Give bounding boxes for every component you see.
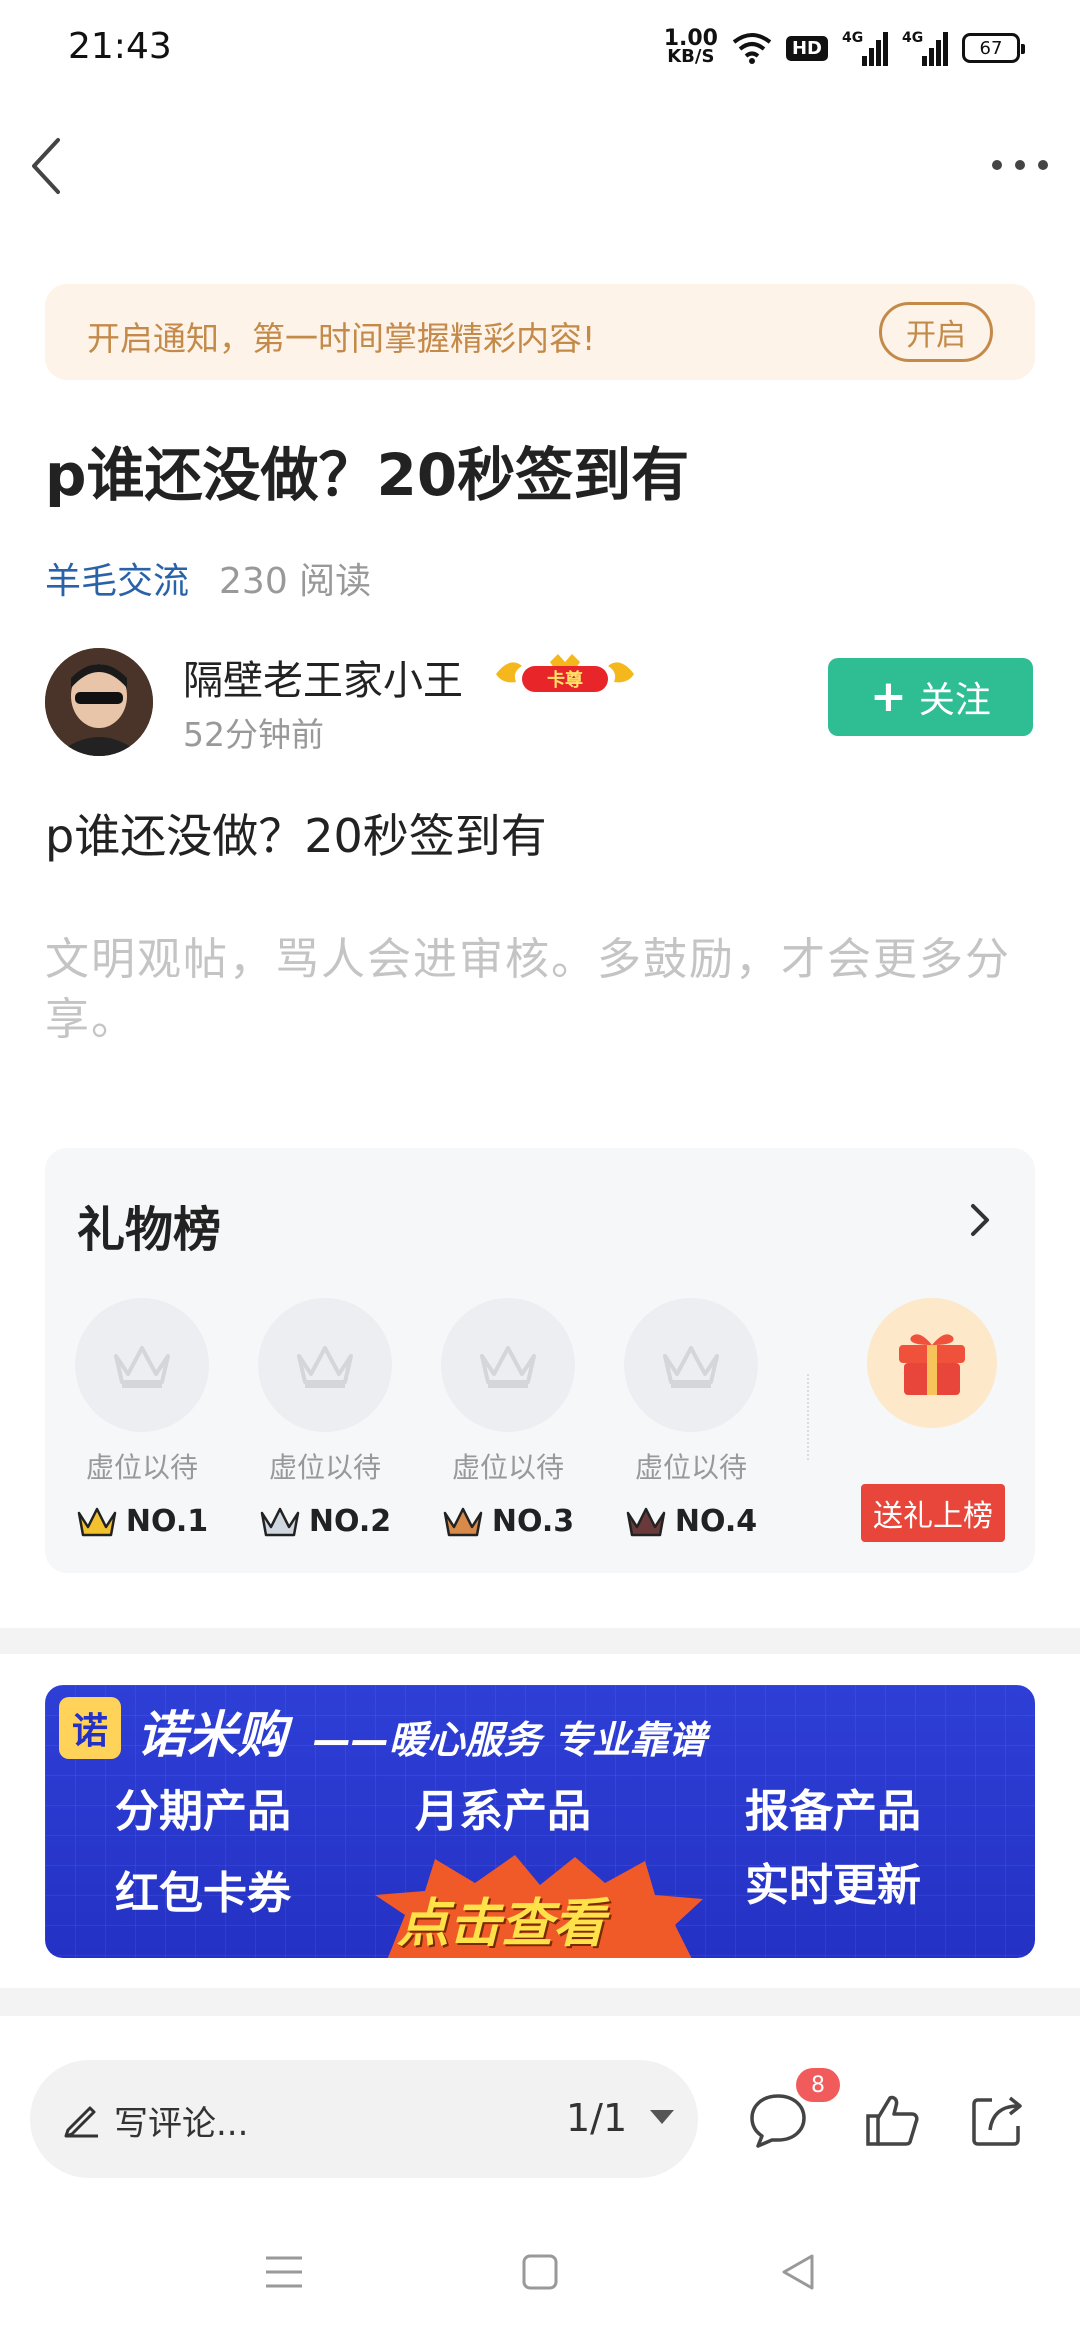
status-time: 21:43 <box>68 26 172 67</box>
comment-placeholder: 写评论... <box>114 2104 249 2144</box>
more-options-icon[interactable] <box>992 150 1048 180</box>
caret-down-icon[interactable] <box>650 2110 674 2124</box>
post-time: 52分钟前 <box>183 715 324 754</box>
network-speed: 1.00 KB/S <box>663 26 718 67</box>
vip-crown-badge-icon: 卡尊 <box>496 654 634 692</box>
slot-label: 虚位以待 <box>85 1451 198 1484</box>
ad-slogan: ——暖心服务 专业靠谱 <box>313 1718 707 1762</box>
follow-label: 关注 <box>918 680 991 721</box>
crown-outline-icon <box>480 1346 536 1388</box>
wifi-icon <box>732 33 772 64</box>
crown-icon <box>260 1507 300 1536</box>
notification-banner: 开启通知，第一时间掌握精彩内容! 开启 <box>45 284 1035 380</box>
author-name[interactable]: 隔壁老王家小王 <box>183 648 463 706</box>
avatar-image <box>45 648 153 756</box>
empty-slot-circle <box>441 1298 575 1432</box>
follow-button[interactable]: + 关注 <box>828 658 1033 736</box>
crown-icon <box>626 1507 666 1536</box>
status-bar: 21:43 1.00 KB/S HD 4G 4G 67 <box>0 0 1080 96</box>
gift-slot-1[interactable]: 虚位以待 NO.1 <box>75 1298 209 1539</box>
signal-icon-1: 4G <box>842 30 888 66</box>
ad-item: 报备产品 <box>745 1786 921 1837</box>
crown-outline-icon <box>297 1346 353 1388</box>
share-icon[interactable] <box>968 2090 1028 2150</box>
gift-board-title: 礼物榜 <box>77 1202 222 1258</box>
slot-label: 虚位以待 <box>451 1451 564 1484</box>
ad-item: 实时更新 <box>745 1860 921 1911</box>
gift-box-icon <box>899 1334 965 1395</box>
chevron-right-icon[interactable] <box>965 1200 995 1240</box>
home-icon[interactable] <box>518 2250 562 2294</box>
gift-board: 礼物榜 虚位以待 NO.1 虚位以待 NO.2 虚位以待 NO.3 虚位以待 N… <box>45 1148 1035 1573</box>
ad-item: 分期产品 <box>115 1786 291 1837</box>
slot-rank: NO.2 <box>258 1504 392 1539</box>
battery-icon: 67 <box>962 33 1025 63</box>
divider <box>807 1374 809 1460</box>
ad-banner[interactable]: 诺 诺米购 ——暖心服务 专业靠谱 分期产品 月系产品 报备产品 红包卡券 实时… <box>45 1685 1035 1958</box>
empty-slot-circle <box>624 1298 758 1432</box>
read-count: 230 阅读 <box>219 561 372 602</box>
enable-notification-button[interactable]: 开启 <box>879 302 993 362</box>
slot-rank: NO.4 <box>624 1504 758 1539</box>
plus-icon: + <box>870 671 907 722</box>
pencil-icon <box>64 2106 98 2138</box>
crown-icon <box>443 1507 483 1536</box>
post-body: p谁还没做？20秒签到有 <box>45 809 547 863</box>
slot-rank: NO.3 <box>441 1504 575 1539</box>
menu-icon[interactable] <box>262 2250 306 2294</box>
back-arrow-icon[interactable] <box>28 136 68 196</box>
crown-icon <box>77 1507 117 1536</box>
hd-icon: HD <box>785 35 828 61</box>
ad-item: 月系产品 <box>415 1786 591 1837</box>
gift-button[interactable] <box>867 1298 997 1428</box>
comment-input[interactable]: 写评论... 1/1 <box>30 2060 698 2178</box>
svg-text:卡尊: 卡尊 <box>547 669 583 691</box>
post-meta: 羊毛交流 230 阅读 <box>45 552 371 604</box>
signal-icon-2: 4G <box>902 30 948 66</box>
section-divider <box>0 1628 1080 1654</box>
crown-outline-icon <box>663 1346 719 1388</box>
notification-text: 开启通知，第一时间掌握精彩内容! <box>87 319 596 358</box>
slot-rank: NO.1 <box>75 1504 209 1539</box>
avatar[interactable] <box>45 648 153 756</box>
gift-slot-3[interactable]: 虚位以待 NO.3 <box>441 1298 575 1539</box>
back-triangle-icon[interactable] <box>776 2250 820 2294</box>
page-indicator[interactable]: 1/1 <box>566 2096 627 2140</box>
gift-slot-2[interactable]: 虚位以待 NO.2 <box>258 1298 392 1539</box>
status-icons: 1.00 KB/S HD 4G 4G 67 <box>663 26 1025 70</box>
slot-label: 虚位以待 <box>634 1451 747 1484</box>
ad-cta: 点击查看 <box>397 1894 606 1954</box>
crown-outline-icon <box>114 1346 170 1388</box>
comment-rules-hint: 文明观帖，骂人会进审核。多鼓励，才会更多分享。 <box>45 934 1011 1045</box>
section-divider <box>0 1988 1080 2016</box>
comment-icon[interactable] <box>748 2090 808 2150</box>
slot-label: 虚位以待 <box>268 1451 381 1484</box>
ad-brand: 诺米购 <box>137 1706 287 1764</box>
category-link[interactable]: 羊毛交流 <box>45 552 189 604</box>
comment-count-badge: 8 <box>796 2068 840 2102</box>
like-icon[interactable] <box>862 2090 922 2150</box>
gift-slot-4[interactable]: 虚位以待 NO.4 <box>624 1298 758 1539</box>
empty-slot-circle <box>258 1298 392 1432</box>
ad-logo: 诺 <box>59 1697 121 1759</box>
post-title: p谁还没做？20秒签到有 <box>45 441 690 509</box>
ad-item: 红包卡券 <box>115 1868 291 1919</box>
empty-slot-circle <box>75 1298 209 1432</box>
send-gift-button[interactable]: 送礼上榜 <box>861 1484 1005 1542</box>
